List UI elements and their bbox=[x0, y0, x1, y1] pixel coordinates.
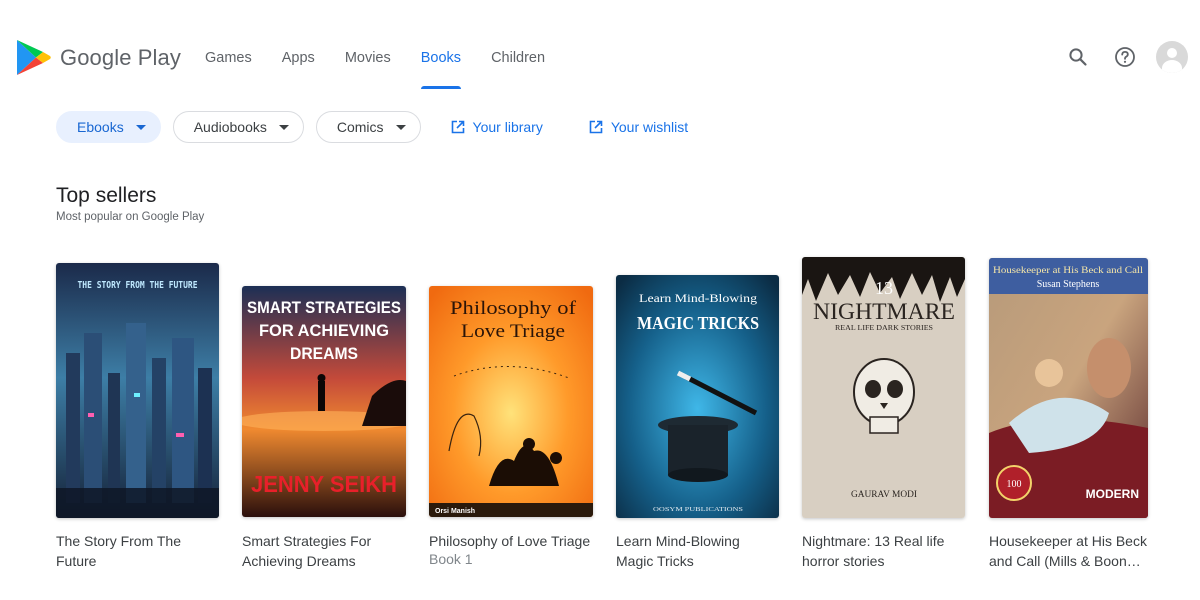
book-card[interactable]: 13 NIGHTMARE REAL LIFE DARK STORIES GAUR… bbox=[802, 257, 967, 577]
tab-games[interactable]: Games bbox=[190, 38, 267, 78]
chip-label: Ebooks bbox=[77, 119, 124, 135]
cover-title: NIGHTMARE bbox=[813, 299, 955, 324]
cover-title: MAGIC TRICKS bbox=[637, 313, 759, 333]
book-cover[interactable]: Learn Mind-Blowing MAGIC TRICKS OOSYM PU… bbox=[616, 275, 779, 518]
cover-title: Love Triage bbox=[461, 321, 565, 342]
header-actions bbox=[1047, 41, 1188, 73]
play-logo-icon bbox=[17, 40, 51, 75]
your-wishlist-link[interactable]: Your wishlist bbox=[589, 111, 688, 143]
cover-title: Philosophy of bbox=[450, 298, 577, 319]
dropdown-caret-icon bbox=[278, 124, 289, 130]
cover-title: FOR ACHIEVING bbox=[259, 321, 389, 340]
section-title: Top sellers bbox=[56, 184, 157, 207]
cover-brand: MODERN bbox=[1086, 487, 1139, 501]
cover-author: GAURAV MODI bbox=[851, 489, 917, 499]
book-cover[interactable]: SMART STRATEGIES FOR ACHIEVING DREAMS JE… bbox=[242, 286, 406, 517]
ebooks-chip[interactable]: Ebooks bbox=[56, 111, 161, 143]
account-avatar[interactable] bbox=[1156, 41, 1188, 73]
cover-subtitle: REAL LIFE DARK STORIES bbox=[835, 324, 933, 332]
cover-author: JENNY SEIKH bbox=[251, 471, 397, 497]
tab-books[interactable]: Books bbox=[406, 38, 476, 89]
top-app-bar: Google Play Games Apps Movies Books Chil… bbox=[0, 0, 1200, 90]
tab-movies[interactable]: Movies bbox=[330, 38, 406, 78]
book-card[interactable]: Philosophy of Love Triage Orsi Manish Ph… bbox=[429, 286, 594, 576]
filter-bar: Ebooks Audiobooks Comics Your library Yo… bbox=[56, 111, 718, 143]
cover-author: Orsi Manish bbox=[435, 508, 475, 515]
main-nav: Games Apps Movies Books Children bbox=[190, 38, 560, 90]
book-cover[interactable]: THE STORY FROM THE FUTURE bbox=[56, 263, 219, 518]
tab-apps[interactable]: Apps bbox=[267, 38, 330, 78]
open-in-new-icon bbox=[589, 120, 603, 134]
cover-title: THE STORY FROM THE FUTURE bbox=[78, 280, 198, 291]
cover-title: SMART STRATEGIES bbox=[247, 298, 401, 317]
open-in-new-icon bbox=[451, 120, 464, 134]
book-title[interactable]: Nightmare: 13 Real life horror stories bbox=[802, 531, 962, 571]
book-title[interactable]: Learn Mind-Blowing Magic Tricks bbox=[616, 531, 756, 571]
book-subtitle: Book 1 bbox=[429, 551, 473, 567]
book-title[interactable]: Smart Strategies For Achieving Dreams bbox=[242, 531, 402, 571]
cover-title: Learn Mind-Blowing bbox=[639, 291, 757, 305]
audiobooks-chip[interactable]: Audiobooks bbox=[172, 111, 304, 143]
logo-text: Google Play bbox=[60, 44, 181, 70]
avatar bbox=[1156, 41, 1188, 73]
comics-chip[interactable]: Comics bbox=[315, 111, 421, 143]
chip-label: Audiobooks bbox=[193, 119, 267, 135]
link-label: Your wishlist bbox=[610, 119, 689, 135]
cover-author: Susan Stephens bbox=[1037, 279, 1100, 290]
chip-label: Comics bbox=[336, 119, 384, 135]
book-cover[interactable]: 13 NIGHTMARE REAL LIFE DARK STORIES GAUR… bbox=[802, 257, 965, 518]
cover-badge: 100 bbox=[1007, 479, 1022, 490]
book-title[interactable]: The Story From The Future bbox=[56, 531, 211, 571]
section-subtitle: Most popular on Google Play bbox=[56, 211, 205, 223]
google-play-logo[interactable]: Google Play bbox=[16, 39, 181, 76]
book-card[interactable]: Learn Mind-Blowing MAGIC TRICKS OOSYM PU… bbox=[616, 275, 781, 575]
book-card[interactable]: 100 Housekeeper at His Beck and Call Sus… bbox=[989, 258, 1154, 578]
dropdown-caret-icon bbox=[135, 124, 146, 130]
link-label: Your library bbox=[472, 119, 543, 135]
book-cover[interactable]: Philosophy of Love Triage Orsi Manish bbox=[429, 286, 593, 517]
book-title[interactable]: Philosophy of Love Triage bbox=[429, 531, 594, 551]
cover-title: Housekeeper at His Beck and Call bbox=[993, 265, 1144, 275]
book-card[interactable]: THE STORY FROM THE FUTURE The Story From… bbox=[56, 263, 221, 573]
tab-children[interactable]: Children bbox=[476, 38, 560, 78]
dropdown-caret-icon bbox=[395, 124, 406, 130]
book-title[interactable]: Housekeeper at His Beck and Call (Mills … bbox=[989, 531, 1149, 571]
help-icon[interactable] bbox=[1109, 41, 1141, 73]
cover-publisher: OOSYM PUBLICATIONS bbox=[653, 507, 743, 513]
cover-number: 13 bbox=[875, 278, 893, 298]
book-card[interactable]: SMART STRATEGIES FOR ACHIEVING DREAMS JE… bbox=[242, 286, 407, 576]
search-icon[interactable] bbox=[1062, 41, 1094, 73]
your-library-link[interactable]: Your library bbox=[451, 111, 543, 143]
book-cover[interactable]: 100 Housekeeper at His Beck and Call Sus… bbox=[989, 258, 1148, 518]
cover-title: DREAMS bbox=[290, 344, 358, 363]
